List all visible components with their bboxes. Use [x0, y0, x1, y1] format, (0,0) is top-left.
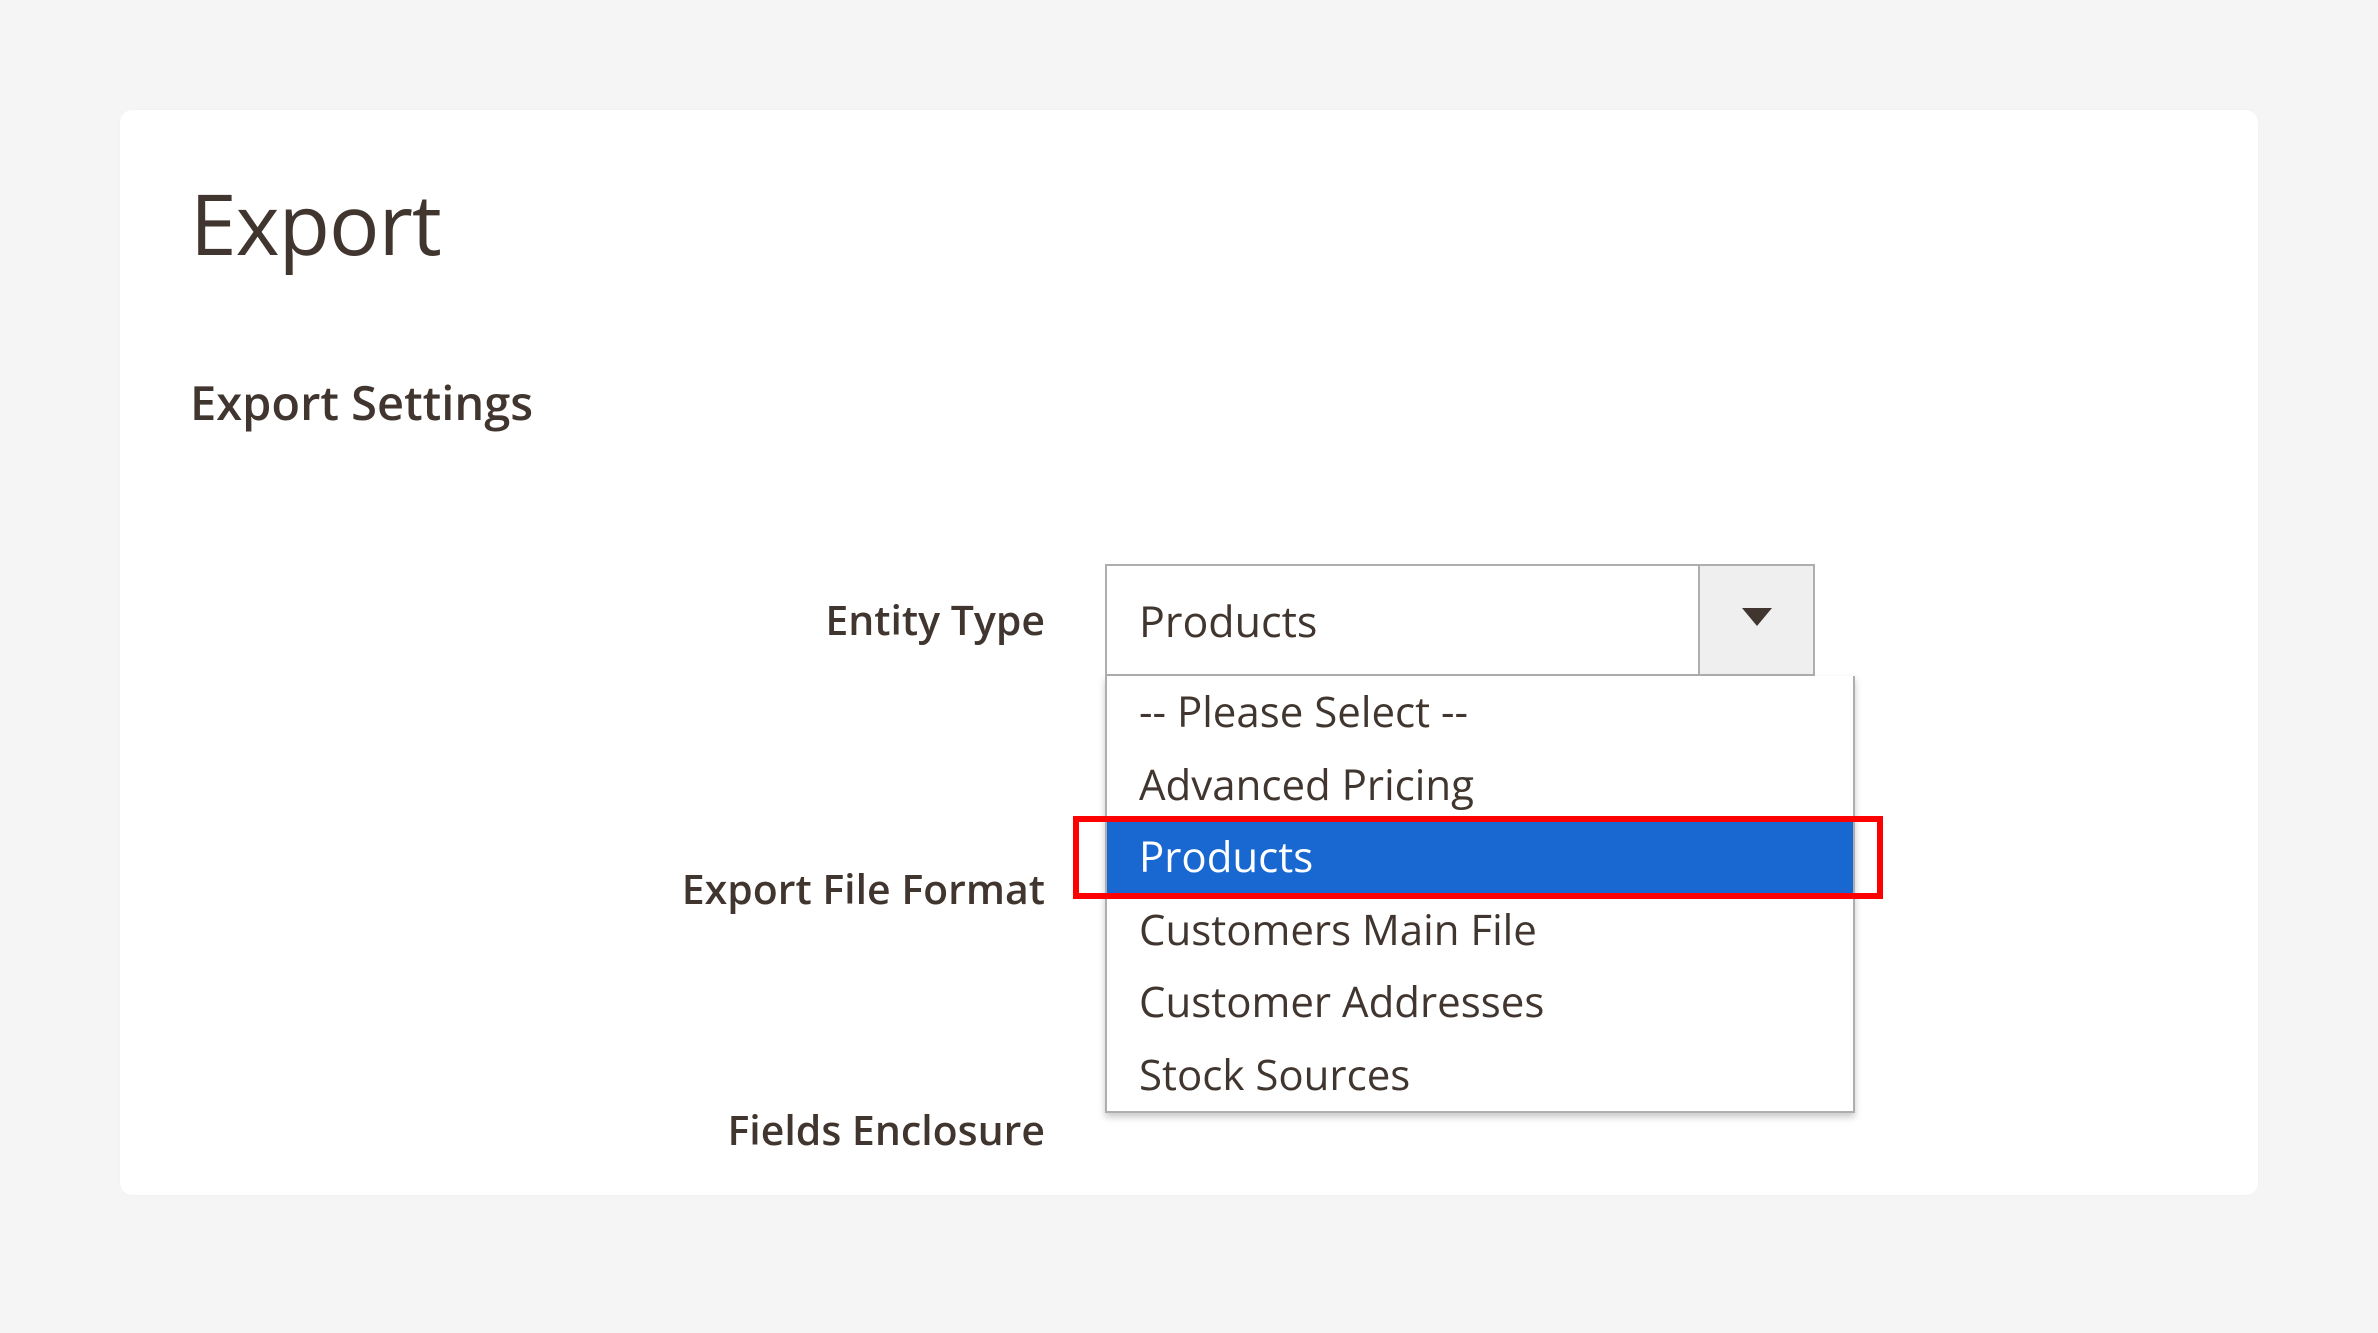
chevron-down-icon	[1742, 608, 1772, 633]
option-label: Products	[1139, 828, 1313, 885]
entity-type-selected-value: Products	[1107, 591, 1698, 650]
entity-type-dropdown-button[interactable]	[1698, 566, 1813, 674]
entity-type-option-advanced-pricing[interactable]: Advanced Pricing	[1107, 749, 1853, 822]
entity-type-row: Entity Type Products -- Please Select --…	[190, 564, 2188, 676]
entity-type-select-wrapper: Products -- Please Select -- Advanced Pr…	[1105, 564, 1815, 676]
entity-type-select[interactable]: Products	[1105, 564, 1815, 676]
export-file-format-label: Export File Format	[190, 861, 1105, 917]
section-title: Export Settings	[190, 370, 2188, 434]
entity-type-option-customer-addresses[interactable]: Customer Addresses	[1107, 966, 1853, 1039]
fields-enclosure-label: Fields Enclosure	[190, 1102, 1105, 1158]
form-rows: Entity Type Products -- Please Select --…	[190, 564, 2188, 1158]
entity-type-option-stock-sources[interactable]: Stock Sources	[1107, 1039, 1853, 1112]
page-title: Export	[190, 165, 2188, 280]
entity-type-option-please-select[interactable]: -- Please Select --	[1107, 676, 1853, 749]
entity-type-option-products[interactable]: Products	[1107, 821, 1853, 894]
entity-type-label: Entity Type	[190, 592, 1105, 648]
export-card: Export Export Settings Entity Type Produ…	[120, 110, 2258, 1195]
entity-type-dropdown: -- Please Select -- Advanced Pricing Pro…	[1105, 676, 1855, 1113]
entity-type-option-customers-main-file[interactable]: Customers Main File	[1107, 894, 1853, 967]
